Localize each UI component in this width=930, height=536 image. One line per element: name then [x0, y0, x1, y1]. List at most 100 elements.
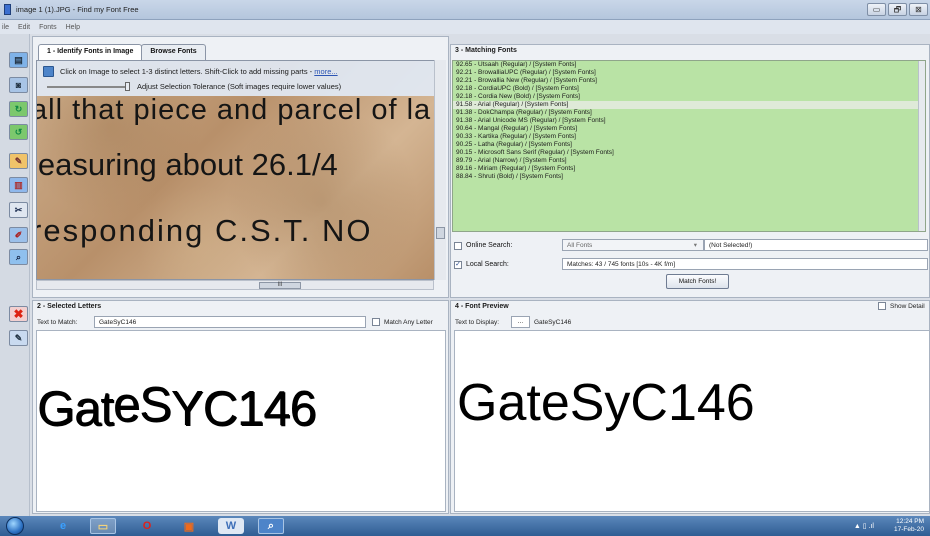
- text-to-match-label: Text to Match:: [37, 319, 78, 326]
- text-to-match-input[interactable]: GateSyC146: [94, 316, 366, 328]
- font-list-item[interactable]: 92.18 - Cordia New (Bold) / [System Font…: [453, 93, 925, 101]
- chevron-down-icon: ▾: [693, 242, 697, 249]
- show-details-checkbox[interactable]: [878, 302, 886, 310]
- menu-fonts[interactable]: Fonts: [39, 24, 57, 31]
- font-list-item[interactable]: 90.25 - Latha (Regular) / [System Fonts]: [453, 141, 925, 149]
- panel-title: 3 - Matching Fonts: [455, 47, 517, 54]
- title-bar: image 1 (1).JPG - Find my Font Free ▭ 🗗 …: [0, 0, 930, 20]
- media-player-icon[interactable]: ▣: [176, 518, 202, 534]
- menu-edit[interactable]: Edit: [18, 24, 30, 31]
- panel-title: 4 - Font Preview: [455, 303, 509, 310]
- scroll-thumb[interactable]: [436, 227, 445, 239]
- font-list-item[interactable]: 92.18 - CordiaUPC (Bold) / [System Fonts…: [453, 85, 925, 93]
- online-search-label: Online Search:: [466, 242, 513, 249]
- font-list-item[interactable]: 92.21 - Browallia New (Regular) / [Syste…: [453, 77, 925, 85]
- font-list-item[interactable]: 90.15 - Microsoft Sans Serif (Regular) /…: [453, 149, 925, 157]
- edit-text-button[interactable]: ...: [511, 316, 530, 328]
- local-search-label: Local Search:: [466, 261, 509, 268]
- source-image[interactable]: all that piece and parcel of la leasurin…: [36, 60, 446, 280]
- tab-browse-fonts[interactable]: Browse Fonts: [141, 44, 206, 60]
- tab-identify-fonts[interactable]: 1 - Identify Fonts in Image: [38, 44, 143, 60]
- clock[interactable]: 12:24 PM 17-Feb-20: [894, 518, 924, 534]
- pen-icon[interactable]: ✎: [9, 153, 28, 169]
- image-horizontal-scrollbar[interactable]: III: [36, 280, 434, 290]
- online-search-checkbox[interactable]: [454, 241, 462, 250]
- ie-icon[interactable]: e: [50, 518, 76, 534]
- system-tray-icons[interactable]: ▲ ▯ .ıl: [854, 522, 874, 530]
- font-list-item[interactable]: 91.58 - Arial (Regular) / [System Fonts]: [453, 101, 925, 109]
- find-my-font-icon[interactable]: ⌕: [258, 518, 284, 534]
- match-any-letter-checkbox[interactable]: [372, 318, 380, 326]
- matching-fonts-list[interactable]: 92.65 - Utsaah (Regular) / [System Fonts…: [452, 60, 926, 232]
- edit-letter-icon[interactable]: ✎: [9, 330, 28, 346]
- selected-letters-text: GateSYC146: [37, 378, 317, 437]
- online-selection-field[interactable]: (Not Selected!): [704, 239, 928, 251]
- letter-group: Gat: [37, 382, 114, 436]
- tab-strip: 1 - Identify Fonts in Image Browse Fonts: [38, 44, 206, 60]
- font-list-item[interactable]: 92.65 - Utsaah (Regular) / [System Fonts…: [453, 61, 925, 69]
- opera-icon[interactable]: O: [134, 518, 160, 534]
- font-list-item[interactable]: 88.84 - Shruti (Bold) / [System Fonts]: [453, 173, 925, 181]
- font-list-item[interactable]: 92.21 - BrowalliaUPC (Regular) / [System…: [453, 69, 925, 77]
- menu-help[interactable]: Help: [66, 24, 80, 31]
- image-vertical-scrollbar[interactable]: [434, 60, 446, 280]
- chart-icon[interactable]: ▥: [9, 177, 28, 193]
- minimize-button[interactable]: ▭: [867, 3, 886, 16]
- tolerance-slider-thumb[interactable]: [125, 82, 130, 91]
- instruction-text: Click on Image to select 1-3 distinct le…: [60, 67, 338, 76]
- font-list-item[interactable]: 89.16 - Miriam (Regular) / [System Fonts…: [453, 165, 925, 173]
- font-preview-canvas: GateSyC146: [454, 330, 930, 512]
- more-link[interactable]: more...: [314, 67, 337, 76]
- font-list-item[interactable]: 91.38 - DokChampa (Regular) / [System Fo…: [453, 109, 925, 117]
- selected-letters-canvas[interactable]: GateSYC146: [36, 330, 446, 512]
- local-search-field[interactable]: Matches: 43 / 745 fonts [10s - 4K f/m]: [562, 258, 928, 270]
- app-icon: [4, 4, 11, 15]
- left-toolbar: ▤ ◙ ↻ ↺ ✎ ▥ ✂ ✐ ⌕ ✖ ✎: [0, 34, 30, 516]
- font-list-item[interactable]: 90.64 - Mangal (Regular) / [System Fonts…: [453, 125, 925, 133]
- online-font-combo[interactable]: All Fonts ▾: [562, 239, 704, 251]
- text-to-display-label: Text to Display:: [455, 319, 500, 326]
- maximize-button[interactable]: 🗗: [888, 3, 907, 16]
- local-search-row: ✓ Local Search:: [454, 258, 570, 271]
- window-title: image 1 (1).JPG - Find my Font Free: [16, 5, 139, 14]
- scroll-thumb[interactable]: III: [259, 282, 301, 289]
- show-details-label: Show Detail: [890, 302, 925, 310]
- tolerance-slider-track[interactable]: [47, 86, 127, 88]
- rotate-icon[interactable]: ↻: [9, 101, 28, 117]
- local-search-checkbox[interactable]: ✓: [454, 260, 462, 269]
- combo-value: All Fonts: [567, 242, 593, 249]
- delete-icon[interactable]: ✖: [9, 306, 28, 322]
- match-any-letter-option[interactable]: Match Any Letter: [372, 318, 433, 326]
- list-scrollbar[interactable]: [918, 61, 925, 231]
- online-search-row: Online Search:: [454, 239, 570, 252]
- zoom-icon[interactable]: ⌕: [9, 249, 28, 265]
- taskbar: e ▭ O ▣ W ⌕ ▲ ▯ .ıl 12:24 PM 17-Feb-20: [0, 516, 930, 536]
- window-controls: ▭ 🗗 ⊠: [867, 3, 928, 16]
- image-text-line: responding C.S.T. NO: [36, 213, 373, 248]
- image-text-line: all that piece and parcel of la: [36, 94, 432, 126]
- image-icon[interactable]: ▤: [9, 52, 28, 68]
- font-list-item[interactable]: 89.79 - Arial (Narrow) / [System Fonts]: [453, 157, 925, 165]
- match-fonts-button[interactable]: Match Fonts!: [666, 274, 729, 289]
- instruction-label: Click on Image to select 1-3 distinct le…: [60, 67, 313, 76]
- clock-date: 17-Feb-20: [894, 526, 924, 533]
- show-details-option[interactable]: Show Detail: [878, 302, 925, 310]
- letter-group: eS: [112, 378, 172, 432]
- menu-bar: ile Edit Fonts Help: [0, 20, 930, 34]
- file-explorer-icon[interactable]: ▭: [90, 518, 116, 534]
- refresh-icon[interactable]: ↺: [9, 124, 28, 140]
- match-any-letter-label: Match Any Letter: [384, 318, 433, 326]
- font-list-item[interactable]: 90.33 - Kartika (Regular) / [System Font…: [453, 133, 925, 141]
- image-text-line: leasuring about 26.1/4: [36, 147, 338, 182]
- start-button[interactable]: [6, 517, 24, 535]
- cut-icon[interactable]: ✂: [9, 202, 28, 218]
- pointer-icon: [43, 66, 54, 77]
- brush-icon[interactable]: ✐: [9, 227, 28, 243]
- camera-icon[interactable]: ◙: [9, 77, 28, 93]
- word-icon[interactable]: W: [218, 518, 244, 534]
- font-list-item[interactable]: 91.38 - Arial Unicode MS (Regular) / [Sy…: [453, 117, 925, 125]
- panel-title: 2 - Selected Letters: [37, 303, 102, 310]
- tolerance-slider-label: Adjust Selection Tolerance (Soft images …: [137, 82, 342, 91]
- close-button[interactable]: ⊠: [909, 3, 928, 16]
- menu-file[interactable]: ile: [2, 24, 9, 31]
